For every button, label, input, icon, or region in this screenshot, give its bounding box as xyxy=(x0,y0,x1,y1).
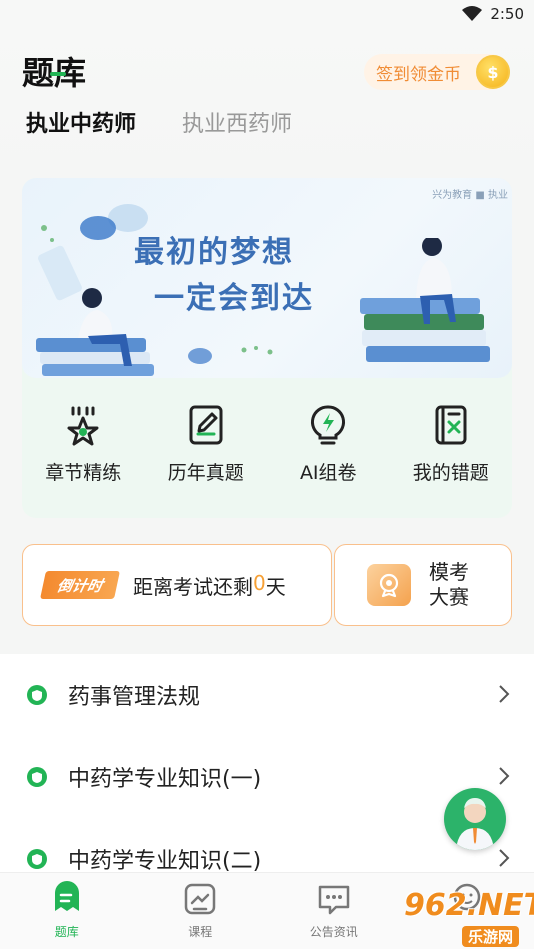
trophy-icon xyxy=(367,564,411,606)
watermark-main: 962.NET xyxy=(404,888,534,923)
subject-tabs: 执业中药师 执业西药师 xyxy=(26,106,292,138)
site-watermark: 962.NET 乐游网 xyxy=(394,888,534,947)
banner-slogan: 最初的梦想 一定会到达 xyxy=(134,230,314,322)
subject-label: 药事管理法规 xyxy=(68,685,201,710)
quick-actions: 章节精练 历年真题 AI组卷 我的错题 xyxy=(22,404,512,485)
quick-ai-paper[interactable]: AI组卷 xyxy=(273,404,383,485)
gold-coin-icon: $ xyxy=(476,55,510,89)
quick-label: 历年真题 xyxy=(167,462,244,484)
promo-banner[interactable]: 兴为教育 ■ 执业 最初的梦想 一定会到达 xyxy=(22,178,512,378)
chevron-right-icon xyxy=(499,767,510,785)
nav-label: 公告资讯 xyxy=(309,925,358,939)
watermark-sub: 乐游网 xyxy=(462,926,520,947)
status-icons: 2:50 xyxy=(462,5,524,23)
tab-xiyao[interactable]: 执业西药师 xyxy=(182,106,292,138)
quick-label: 章节精练 xyxy=(45,462,122,484)
tab-zhongyao[interactable]: 执业中药师 xyxy=(26,106,136,138)
quick-chapter-practice[interactable]: 章节精练 xyxy=(28,404,138,485)
subject-label: 中药学专业知识(一) xyxy=(68,767,262,792)
chat-notice-icon xyxy=(318,885,349,915)
banner-brand: 兴为教育 ■ 执业 xyxy=(432,190,508,201)
mock-exam-label: 模考大赛 xyxy=(429,560,469,609)
star-badge-icon xyxy=(67,406,99,446)
countdown-badge: 倒计时 xyxy=(40,571,120,599)
list-item[interactable]: 药事管理法规 xyxy=(0,654,534,736)
quick-label: AI组卷 xyxy=(299,462,357,484)
quick-past-exams[interactable]: 历年真题 xyxy=(151,404,261,485)
countdown-prefix: 距离考试还剩 xyxy=(133,574,253,599)
quick-label: 我的错题 xyxy=(412,462,489,484)
countdown-days: 0 xyxy=(253,570,266,595)
page-title: 题库 xyxy=(22,54,87,92)
lightning-bulb-icon xyxy=(311,405,346,445)
service-avatar-icon xyxy=(456,798,494,850)
shield-dot-icon xyxy=(27,767,47,787)
chevron-right-icon xyxy=(499,685,510,703)
signin-label: 签到领金币 xyxy=(376,64,461,85)
signin-coin-button[interactable]: 签到领金币 $ xyxy=(364,54,510,90)
mock-exam-button[interactable]: 模考大赛 xyxy=(334,544,512,626)
quick-my-mistakes[interactable]: 我的错题 xyxy=(396,404,506,485)
error-book-icon xyxy=(435,405,467,445)
banner-decoration-pills xyxy=(188,346,273,364)
pen-paper-icon xyxy=(189,405,223,445)
wifi-icon xyxy=(462,6,483,21)
nav-label: 题库 xyxy=(54,925,79,939)
course-icon xyxy=(185,883,216,915)
nav-announcements[interactable]: 公告资讯 xyxy=(267,873,401,949)
slogan-line-2: 一定会到达 xyxy=(154,281,314,316)
hero-card: 兴为教育 ■ 执业 最初的梦想 一定会到达 章节精练 历年真题 AI组卷 我的错… xyxy=(22,178,512,518)
floating-service-avatar[interactable] xyxy=(444,788,506,850)
countdown-suffix: 天 xyxy=(265,574,286,599)
shield-dot-icon xyxy=(27,685,47,705)
subject-list: 药事管理法规 中药学专业知识(一) 中药学专业知识(二) xyxy=(0,654,534,884)
nav-question-bank[interactable]: 题库 xyxy=(0,873,134,949)
chevron-right-icon xyxy=(499,849,510,867)
shield-dot-icon xyxy=(27,849,47,869)
status-bar: 2:50 xyxy=(0,0,534,30)
countdown-text: 距离考试还剩 0 天 xyxy=(133,571,286,600)
question-bank-icon xyxy=(54,881,79,911)
header: 题库 签到领金币 $ 执业中药师 执业西药师 xyxy=(0,30,534,170)
exam-countdown-card[interactable]: 倒计时 距离考试还剩 0 天 xyxy=(22,544,332,626)
nav-course[interactable]: 课程 xyxy=(134,873,268,949)
subject-label: 中药学专业知识(二) xyxy=(68,849,262,874)
nav-label: 课程 xyxy=(188,925,213,939)
banner-illustration-right xyxy=(360,238,490,362)
slogan-line-1: 最初的梦想 xyxy=(134,235,294,270)
tab-indicator xyxy=(50,72,66,76)
status-time: 2:50 xyxy=(490,5,524,23)
